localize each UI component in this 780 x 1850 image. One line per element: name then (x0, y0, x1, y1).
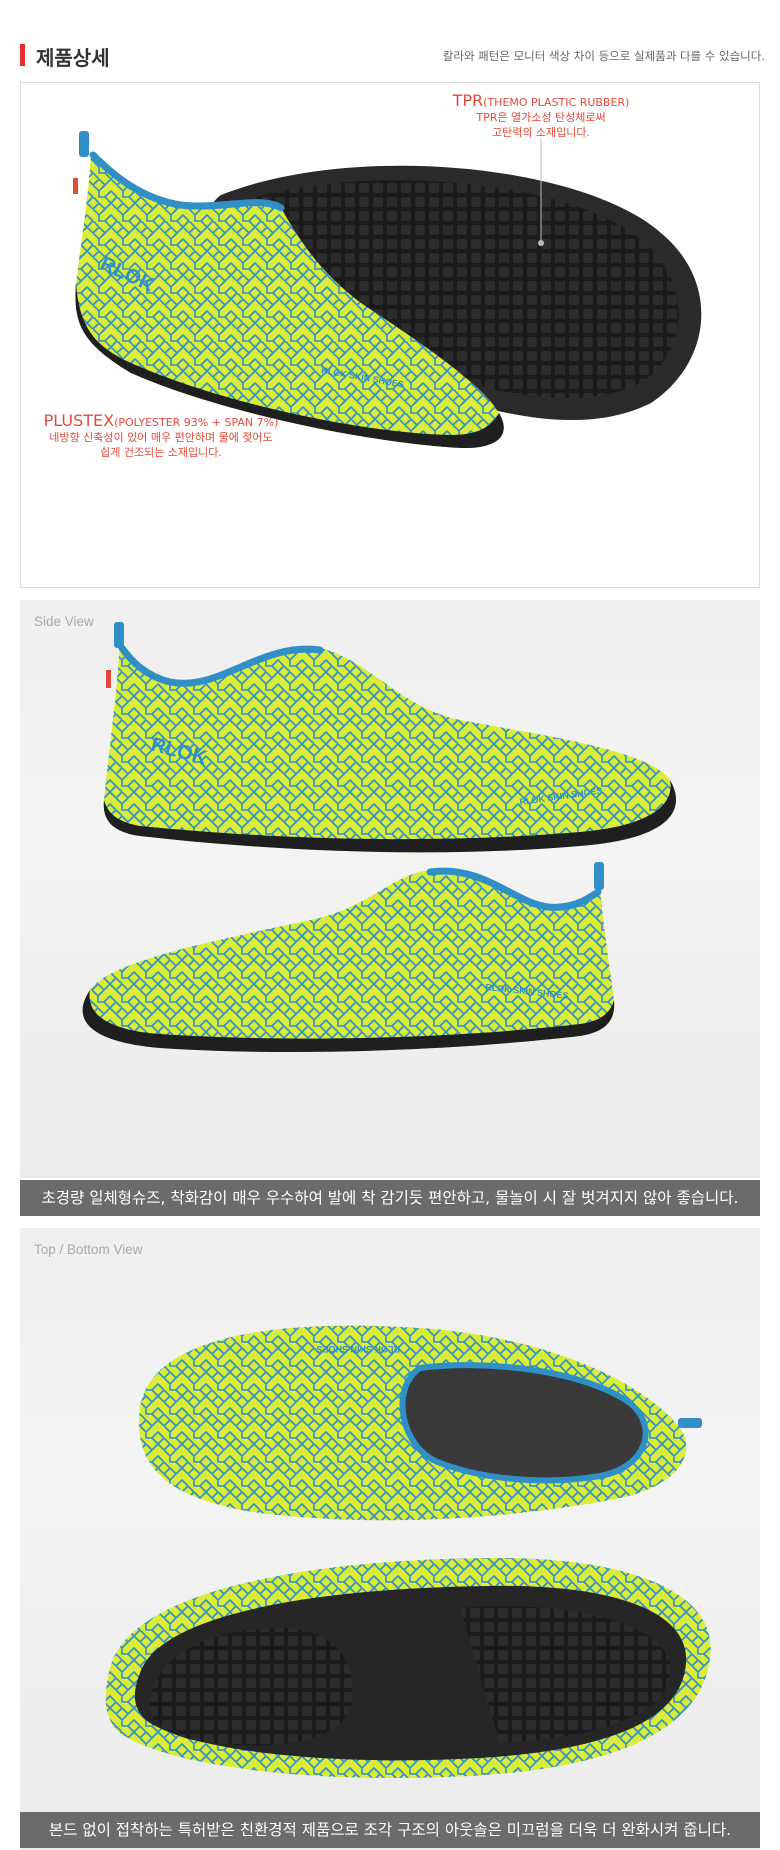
plustex-detail: (POLYESTER 93% + SPAN 7%) (114, 416, 279, 429)
tpr-detail: (THEMO PLASTIC RUBBER) (483, 96, 630, 109)
section-header: 제품상세 칼라와 패턴은 모니터 색상 차이 등으로 실제품과 다를 수 있습니… (20, 40, 765, 70)
tpr-annotation: TPR(THEMO PLASTIC RUBBER) TPR은 열가소성 탄성체로… (441, 93, 641, 140)
plustex-name: PLUSTEX (43, 411, 115, 430)
detail-panel: RLOK RLOK SKIN SHOES TPR(THEMO PLASTIC R… (20, 82, 760, 588)
plustex-line-1: 네방향 신축성이 있어 매우 편안하며 물에 젖어도 (49, 431, 273, 444)
bottom-view-caption: 본드 없이 접착하는 특허받은 친환경적 제품으로 조각 구조의 아웃솔은 미끄… (20, 1812, 760, 1848)
top-view-print-text: RLOK SKIN SHOES (316, 1344, 400, 1354)
tpr-line-2: 고탄력의 소재입니다. (491, 126, 591, 139)
plustex-annotation: PLUSTEX(POLYESTER 93% + SPAN 7%) 네방향 신축성… (31, 413, 291, 460)
detail-shoe-image: RLOK RLOK SKIN SHOES (73, 131, 702, 449)
accent-bar (20, 44, 25, 66)
side-view-caption: 초경량 일체형슈즈, 착화감이 매우 우수하여 발에 착 감기듯 편안하고, 물… (20, 1180, 760, 1216)
side-view-panel: Side View RLOK RLOK SKIN SHOES RLOK SKIN… (20, 600, 760, 1178)
color-disclaimer: 칼라와 패턴은 모니터 색상 차이 등으로 실제품과 다를 수 있습니다. (442, 49, 765, 63)
tpr-name: TPR (452, 91, 484, 110)
side-view-image: RLOK RLOK SKIN SHOES RLOK SKIN SHOES (82, 622, 677, 1052)
plustex-line-2: 쉽게 건조되는 소재입니다. (100, 446, 222, 459)
page-title: 제품상세 (36, 46, 110, 70)
tpr-line-1: TPR은 열가소성 탄성체로써 (476, 111, 606, 124)
top-bottom-view-image: RLOK SKIN SHOES (105, 1325, 711, 1779)
top-bottom-view-panel: Top / Bottom View RLOK SKIN SHOES (20, 1228, 760, 1850)
